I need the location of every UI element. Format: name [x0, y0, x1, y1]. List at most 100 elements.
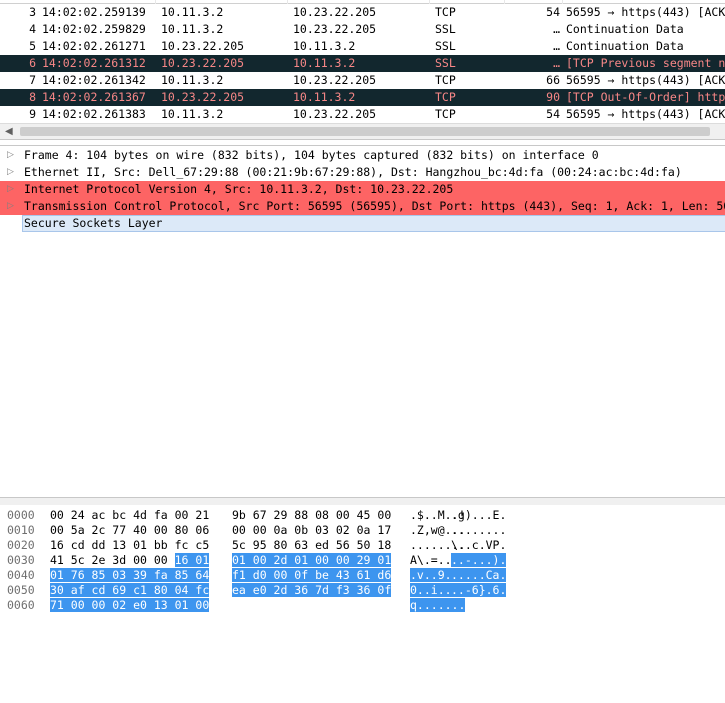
- expand-arrow-icon[interactable]: ▷: [7, 147, 14, 164]
- packet-info: Continuation Data: [566, 39, 684, 53]
- expand-arrow-icon[interactable]: ▷: [7, 181, 14, 198]
- hex-offset: 0000: [7, 508, 35, 522]
- hex-bytes: 9b 67 29 88 08 00 45 00: [232, 508, 392, 522]
- expand-arrow-icon[interactable]: ▷: [7, 198, 14, 215]
- packet-destination: 10.23.22.205: [293, 22, 377, 36]
- packet-row[interactable]: 3 14:02:02.259139 10.11.3.2 10.23.22.205…: [0, 4, 725, 21]
- packet-source: 10.23.22.205: [161, 56, 245, 70]
- packet-list[interactable]: 3 14:02:02.259139 10.11.3.2 10.23.22.205…: [0, 0, 725, 123]
- hex-ascii: \..c.VP.: [451, 538, 507, 552]
- packet-row[interactable]: 5 14:02:02.261271 10.23.22.205 10.11.3.2…: [0, 38, 725, 55]
- packet-row[interactable]: 9 14:02:02.261383 10.11.3.2 10.23.22.205…: [0, 106, 725, 123]
- packet-protocol: SSL: [435, 56, 456, 70]
- packet-number: 8: [29, 90, 36, 104]
- packet-number: 3: [29, 5, 36, 19]
- details-item-label: Internet Protocol Version 4, Src: 10.11.…: [24, 182, 454, 196]
- packet-source: 10.11.3.2: [161, 5, 224, 19]
- hex-ascii: .g)...E.: [451, 508, 507, 522]
- hex-bytes: 16 cd dd 13 01 bb fc c5: [50, 538, 210, 552]
- packet-protocol: TCP: [435, 73, 456, 87]
- hex-ascii-highlighted: ..-...).: [451, 553, 507, 567]
- hex-bytes-highlighted: 71 00 00 02 e0 13 01 00: [50, 598, 210, 612]
- hex-bytes: 41 5c 2e 3d 00 00: [50, 553, 175, 567]
- packet-time: 14:02:02.261383: [42, 107, 146, 121]
- expand-arrow-icon[interactable]: ▷: [7, 164, 14, 181]
- packet-protocol: SSL: [435, 22, 456, 36]
- hex-ascii-highlighted: q.......: [410, 598, 466, 612]
- hex-row: 0000 00 24 ac bc 4d fa 00 21 9b 67 29 88…: [0, 508, 506, 523]
- packet-destination: 10.11.3.2: [293, 56, 356, 70]
- hex-bytes: 00 5a 2c 77 40 00 80 06: [50, 523, 210, 537]
- packet-source: 10.23.22.205: [161, 90, 245, 104]
- hex-offset: 0040: [7, 568, 35, 582]
- packet-destination: 10.23.22.205: [293, 107, 377, 121]
- hex-offset: 0020: [7, 538, 35, 552]
- packet-info: [TCP Out-Of-Order] http: [566, 90, 725, 104]
- details-item-ipv4[interactable]: ▷ Internet Protocol Version 4, Src: 10.1…: [0, 181, 725, 198]
- hex-offset: 0030: [7, 553, 35, 567]
- details-item-tcp[interactable]: ▷ Transmission Control Protocol, Src Por…: [0, 198, 725, 215]
- packet-destination: 10.11.3.2: [293, 39, 356, 53]
- hex-bytes-highlighted: 01 76 85 03 39 fa 85 64: [50, 568, 210, 582]
- details-item-ssl[interactable]: Secure Sockets Layer: [0, 215, 725, 232]
- hex-row: 0020 16 cd dd 13 01 bb fc c5 5c 95 80 63…: [0, 538, 506, 553]
- packet-number: 9: [29, 107, 36, 121]
- packet-length: …: [553, 22, 560, 36]
- packet-info: 56595 → https(443) [ACK: [566, 5, 725, 19]
- packet-number: 6: [29, 56, 36, 70]
- packet-source: 10.11.3.2: [161, 22, 224, 36]
- hex-bytes: 00 00 0a 0b 03 02 0a 17: [232, 523, 392, 537]
- packet-time: 14:02:02.261271: [42, 39, 146, 53]
- hex-row: 0040 01 76 85 03 39 fa 85 64 f1 d0 00 0f…: [0, 568, 507, 583]
- hex-offset: 0050: [7, 583, 35, 597]
- hex-ascii-highlighted: .....Ca.: [451, 568, 507, 582]
- details-item-label: Frame 4: 104 bytes on wire (832 bits), 1…: [24, 148, 599, 162]
- packet-number: 5: [29, 39, 36, 53]
- packet-length: …: [553, 39, 560, 53]
- packet-row[interactable]: 6 14:02:02.261312 10.23.22.205 10.11.3.2…: [0, 55, 725, 72]
- hex-ascii: ........: [451, 523, 507, 537]
- packet-destination: 10.23.22.205: [293, 73, 377, 87]
- hex-bytes-highlighted: f1 d0 00 0f be 43 61 d6: [232, 568, 392, 582]
- scrollbar-thumb[interactable]: [20, 127, 710, 136]
- horizontal-scrollbar[interactable]: ◀: [0, 123, 725, 140]
- packet-info: [TCP Previous segment n: [566, 56, 725, 70]
- scroll-left-arrow-icon[interactable]: ◀: [5, 126, 13, 137]
- hex-ascii-highlighted: ..-6}.6.: [451, 583, 507, 597]
- packet-number: 7: [29, 73, 36, 87]
- hex-row: 0010 00 5a 2c 77 40 00 80 06 00 00 0a 0b…: [0, 523, 506, 538]
- packet-length: 54: [546, 107, 560, 121]
- packet-row[interactable]: 7 14:02:02.261342 10.11.3.2 10.23.22.205…: [0, 72, 725, 89]
- hex-row: 0050 30 af cd 69 c1 80 04 fc ea e0 2d 36…: [0, 583, 507, 598]
- packet-row[interactable]: 4 14:02:02.259829 10.11.3.2 10.23.22.205…: [0, 21, 725, 38]
- packet-number: 4: [29, 22, 36, 36]
- packet-row[interactable]: 8 14:02:02.261367 10.23.22.205 10.11.3.2…: [0, 89, 725, 106]
- packet-time: 14:02:02.261342: [42, 73, 146, 87]
- hex-ascii: A\.=..: [410, 553, 452, 567]
- hex-row: 0060 71 00 00 02 e0 13 01 00 q.......: [0, 598, 466, 613]
- packet-time: 14:02:02.259139: [42, 5, 146, 19]
- packet-protocol: TCP: [435, 90, 456, 104]
- details-item-frame[interactable]: ▷ Frame 4: 104 bytes on wire (832 bits),…: [0, 147, 725, 164]
- packet-length: 90: [546, 90, 560, 104]
- packet-details-pane[interactable]: ▷ Frame 4: 104 bytes on wire (832 bits),…: [0, 145, 725, 498]
- details-item-label: Transmission Control Protocol, Src Port:…: [24, 199, 725, 213]
- packet-source: 10.11.3.2: [161, 73, 224, 87]
- hex-bytes-highlighted: 16 01: [174, 553, 210, 567]
- hex-dump-pane[interactable]: 0000 00 24 ac bc 4d fa 00 21 9b 67 29 88…: [0, 505, 725, 654]
- packet-length: …: [553, 56, 560, 70]
- packet-protocol: SSL: [435, 39, 456, 53]
- packet-info: 56595 → https(443) [ACK: [566, 107, 725, 121]
- packet-source: 10.23.22.205: [161, 39, 245, 53]
- details-item-label: Ethernet II, Src: Dell_67:29:88 (00:21:9…: [24, 165, 682, 179]
- packet-time: 14:02:02.261367: [42, 90, 146, 104]
- hex-bytes-highlighted: ea e0 2d 36 7d f3 36 0f: [232, 583, 392, 597]
- details-item-ethernet[interactable]: ▷ Ethernet II, Src: Dell_67:29:88 (00:21…: [0, 164, 725, 181]
- hex-offset: 0060: [7, 598, 35, 612]
- packet-length: 54: [546, 5, 560, 19]
- packet-length: 66: [546, 73, 560, 87]
- hex-bytes-highlighted: 01 00 2d 01 00 00 29 01: [232, 553, 392, 567]
- hex-bytes: 00 24 ac bc 4d fa 00 21: [50, 508, 210, 522]
- hex-bytes: 5c 95 80 63 ed 56 50 18: [232, 538, 392, 552]
- packet-time: 14:02:02.259829: [42, 22, 146, 36]
